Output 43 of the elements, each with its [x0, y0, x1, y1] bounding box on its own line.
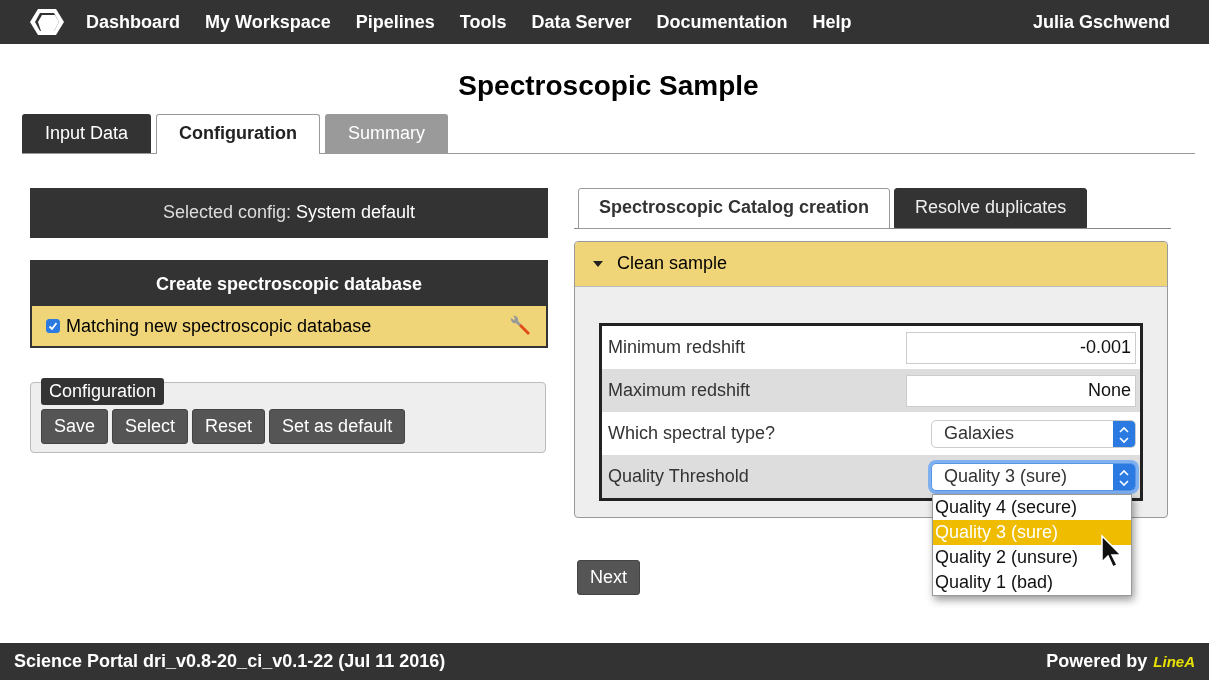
- section-title: Create spectroscopic database: [32, 262, 546, 306]
- wrench-icon[interactable]: [508, 314, 532, 338]
- field-label: Which spectral type?: [608, 423, 776, 444]
- nav-link[interactable]: My Workspace: [205, 11, 331, 33]
- version-text: Science Portal dri_v0.8-20_ci_v0.1-22 (Jul 11 2016): [14, 651, 446, 672]
- action-button[interactable]: Reset: [192, 409, 266, 444]
- nav-link[interactable]: Dashboard: [86, 11, 181, 33]
- dropdown-option[interactable]: Quality 4 (secure): [933, 495, 1131, 520]
- item-label: Matching new spectroscopic database: [66, 315, 372, 337]
- dropdown-option[interactable]: Quality 1 (bad): [933, 570, 1131, 595]
- user-name[interactable]: Julia Gschwend: [1032, 11, 1170, 33]
- action-button[interactable]: Select: [112, 409, 189, 444]
- action-button[interactable]: Save: [41, 409, 109, 444]
- tab[interactable]: Spectroscopic Catalog creation: [578, 188, 891, 229]
- field-label: Maximum redshift: [608, 380, 751, 401]
- logo-icon[interactable]: [28, 7, 66, 37]
- nav-link[interactable]: Documentation: [656, 11, 788, 33]
- select-field[interactable]: Quality 3 (sure): [931, 462, 1136, 491]
- selected-config-bar: Selected config: System default: [30, 188, 548, 238]
- tab[interactable]: Resolve duplicates: [894, 188, 1088, 228]
- panel-title: Clean sample: [617, 253, 728, 274]
- dropdown-option[interactable]: Quality 2 (unsure): [933, 545, 1131, 570]
- input-field[interactable]: -0.001: [906, 331, 1136, 364]
- input-field[interactable]: None: [906, 374, 1136, 407]
- caret-icon[interactable]: [593, 260, 603, 267]
- group-legend: Configuration: [41, 378, 165, 405]
- nav-link[interactable]: Data Server: [531, 11, 632, 33]
- nav-link[interactable]: Pipelines: [355, 11, 435, 33]
- select-field[interactable]: Galaxies: [931, 419, 1136, 448]
- field-label: Minimum redshift: [608, 337, 746, 358]
- panel-header[interactable]: Clean sample: [575, 242, 1167, 287]
- nav-link[interactable]: Help: [812, 11, 852, 33]
- action-button[interactable]: Set as default: [269, 409, 406, 444]
- list-item[interactable]: Matching new spectroscopic database: [32, 306, 546, 346]
- checkbox[interactable]: [46, 319, 60, 333]
- page-title: Spectroscopic Sample: [457, 70, 760, 102]
- powered-by-text: Powered by: [1046, 651, 1148, 672]
- tab[interactable]: Input Data: [22, 114, 152, 153]
- field-label: Quality Threshold: [608, 466, 749, 487]
- next-button[interactable]: Next: [577, 560, 640, 595]
- nav-link[interactable]: Tools: [459, 11, 507, 33]
- brand-logo[interactable]: LineA: [1153, 653, 1195, 670]
- tab[interactable]: Configuration: [156, 114, 321, 154]
